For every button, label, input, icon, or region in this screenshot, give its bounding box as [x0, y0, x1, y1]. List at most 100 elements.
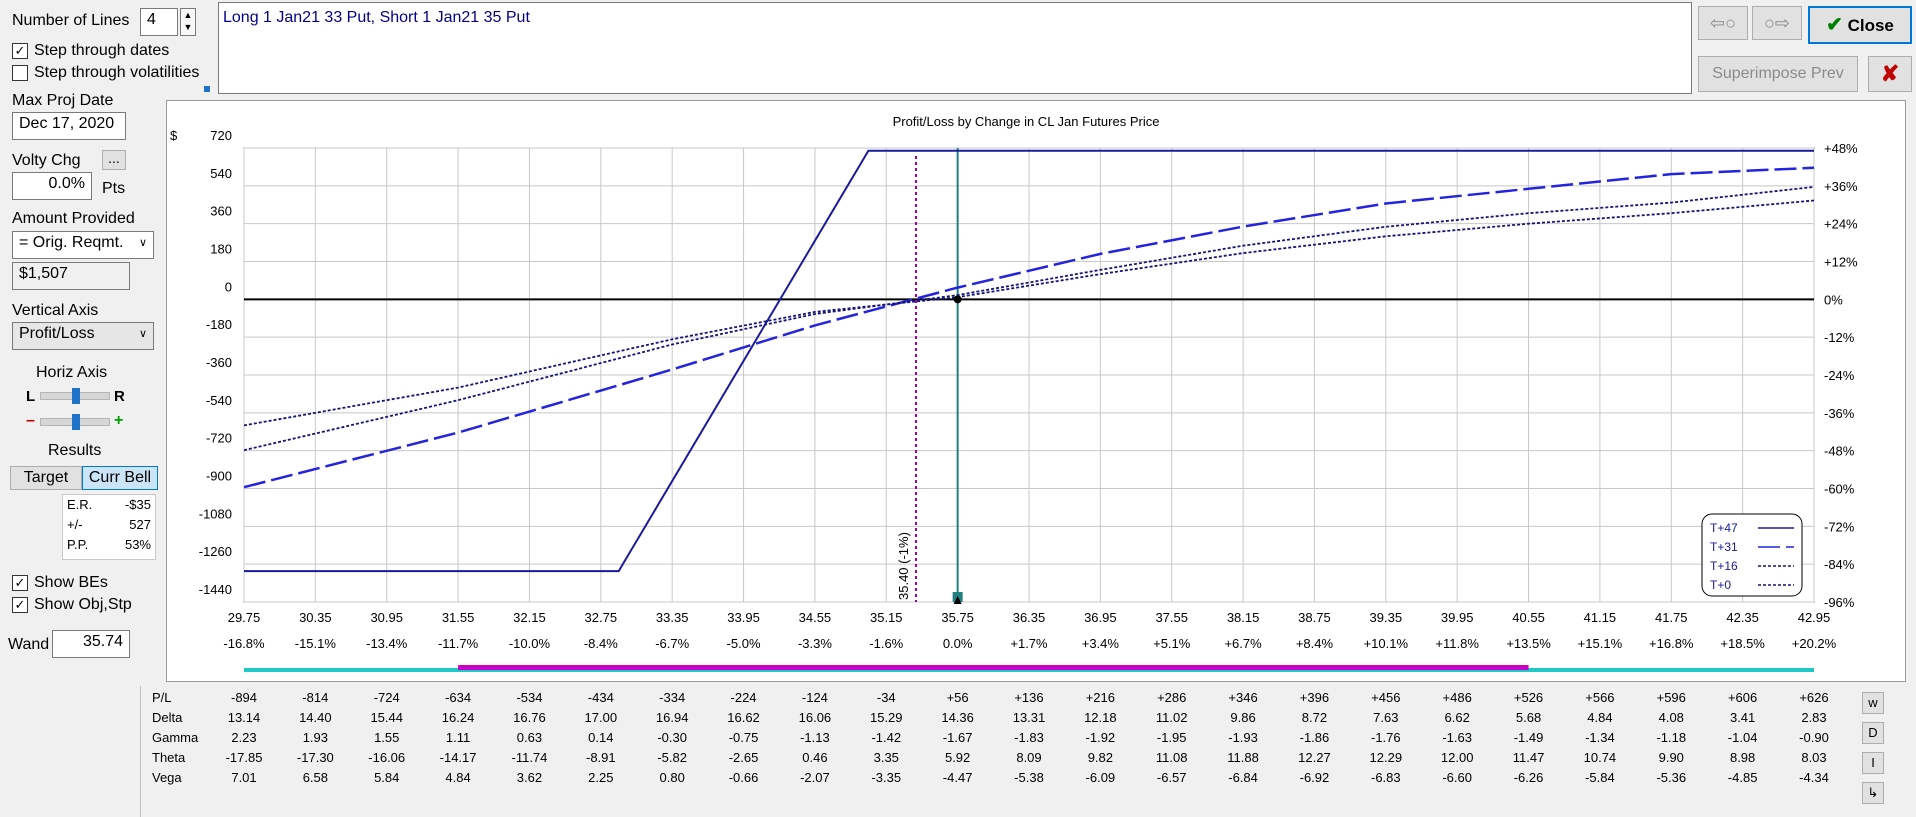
- max-proj-date-input[interactable]: Dec 17, 2020: [12, 112, 126, 140]
- current-point: [953, 295, 962, 304]
- wand-label: Wand: [8, 636, 50, 653]
- table-cell: -894: [230, 690, 258, 705]
- amount-provided-label: Amount Provided: [12, 210, 135, 227]
- y-right-tick-label: +24%: [1824, 217, 1858, 232]
- forward-arrow-button[interactable]: ○⇨: [1752, 6, 1802, 40]
- position-description[interactable]: Long 1 Jan21 33 Put, Short 1 Jan21 35 Pu…: [218, 2, 1692, 94]
- table-cell: 11.08: [1155, 750, 1188, 765]
- x-tick-label: 39.95: [1441, 610, 1474, 625]
- table-cell: -3.35: [871, 770, 902, 785]
- table-row-label: Gamma: [152, 730, 199, 745]
- table-row-label: Delta: [152, 710, 183, 725]
- table-cell: +456: [1371, 690, 1401, 705]
- x-tick-label: 42.35: [1726, 610, 1759, 625]
- horiz-axis-label: Horiz Axis: [36, 364, 108, 381]
- table-cell: 11.88: [1227, 750, 1259, 765]
- cancel-x-button[interactable]: ✘: [1868, 56, 1912, 92]
- show-bes-label: Show BEs: [34, 574, 108, 591]
- resize-grip[interactable]: [190, 86, 212, 94]
- table-cell: +526: [1513, 690, 1544, 705]
- table-cell: 0.46: [802, 750, 828, 765]
- x-pct-tick-label: +5.1%: [1153, 636, 1191, 651]
- horiz-left-label: L: [26, 388, 36, 405]
- y-tick-label: -900: [206, 469, 232, 484]
- slider-thumb[interactable]: [72, 388, 80, 404]
- table-side-buttons: w D I ↳: [1862, 692, 1890, 812]
- table-cell: 0.63: [516, 730, 543, 745]
- x-pct-tick-label: -8.4%: [584, 636, 618, 651]
- table-cell: -1.42: [871, 730, 902, 745]
- amount-provided-select[interactable]: = Orig. Reqmt. ∨: [12, 231, 154, 259]
- table-cell: 7.01: [231, 770, 257, 785]
- table-cell: 9.82: [1087, 750, 1114, 765]
- table-cell: -5.38: [1014, 770, 1044, 785]
- table-cell: -5.84: [1585, 770, 1615, 785]
- y-tick-label: -1440: [199, 582, 232, 597]
- table-cell: 15.44: [370, 710, 403, 725]
- table-side-button[interactable]: D: [1862, 722, 1884, 744]
- close-button[interactable]: ✔ Close: [1808, 6, 1912, 44]
- x-pct-tick-label: +1.7%: [1010, 636, 1048, 651]
- table-cell: -334: [659, 690, 686, 705]
- table-cell: +486: [1442, 690, 1472, 705]
- x-pct-tick-label: +3.4%: [1082, 636, 1120, 651]
- table-cell: +396: [1299, 690, 1330, 705]
- show-bes-checkbox[interactable]: ✓ Show BEs: [12, 574, 108, 592]
- profit-loss-chart[interactable]: Profit/Loss by Change in CL Jan Futures …: [166, 100, 1906, 682]
- table-cell: -17.30: [296, 750, 334, 765]
- amount-provided-selected: = Orig. Reqmt.: [19, 234, 124, 251]
- table-cell: 0.80: [659, 770, 685, 785]
- x-tick-label: 33.95: [727, 610, 760, 625]
- num-lines-spinner[interactable]: ▲ ▼: [180, 8, 196, 36]
- x-tick-label: 39.35: [1370, 610, 1403, 625]
- slider-thumb[interactable]: [72, 414, 80, 430]
- table-cell: -1.67: [942, 730, 973, 745]
- table-cell: 17.00: [584, 710, 618, 725]
- table-cell: 5.92: [944, 750, 971, 765]
- table-cell: -2.07: [800, 770, 830, 785]
- wand-input[interactable]: 35.74: [52, 630, 130, 658]
- table-cell: 1.11: [445, 730, 471, 745]
- vertical-axis-select[interactable]: Profit/Loss ∨: [12, 322, 154, 350]
- table-cell: -16.06: [368, 750, 406, 765]
- table-cell: -1.13: [800, 730, 830, 745]
- table-side-button[interactable]: ↳: [1862, 782, 1884, 804]
- table-side-button[interactable]: w: [1862, 692, 1884, 714]
- x-tick-label: 30.35: [299, 610, 332, 625]
- table-cell: 16.06: [798, 710, 832, 725]
- table-cell: -124: [801, 690, 828, 705]
- zoom-plus-label: +: [114, 412, 124, 429]
- table-cell: 2.25: [588, 770, 614, 785]
- table-cell: 10.74: [1583, 750, 1617, 765]
- table-cell: 13.14: [227, 710, 261, 725]
- x-tick-label: 34.55: [799, 610, 832, 625]
- x-pct-tick-label: 0.0%: [943, 636, 973, 651]
- table-cell: -1.95: [1156, 730, 1187, 745]
- volty-more-button[interactable]: ...: [102, 150, 126, 170]
- table-cell: -34: [876, 690, 896, 705]
- table-side-button[interactable]: I: [1862, 752, 1884, 774]
- num-lines-input[interactable]: 4: [140, 8, 178, 36]
- table-cell: -1.92: [1085, 730, 1116, 745]
- table-cell: 2.23: [231, 730, 257, 745]
- volty-chg-input[interactable]: 0.0%: [12, 172, 92, 200]
- superimpose-prev-button[interactable]: Superimpose Prev: [1698, 56, 1858, 92]
- table-cell: -6.09: [1085, 770, 1116, 785]
- x-tick-label: 42.95: [1798, 610, 1831, 625]
- y-tick-label: 540: [210, 166, 232, 181]
- chart-legend: T+47 T+31 T+16 T+0: [1701, 513, 1803, 597]
- target-button[interactable]: Target: [10, 466, 82, 490]
- step-vols-checkbox[interactable]: Step through volatilities: [12, 64, 199, 82]
- step-dates-checkbox[interactable]: ✓ Step through dates: [12, 42, 169, 60]
- back-arrow-button[interactable]: ⇦○: [1698, 6, 1748, 40]
- table-cell: -6.60: [1442, 770, 1472, 785]
- show-obj-checkbox[interactable]: ✓ Show Obj,Stp: [12, 596, 132, 614]
- table-cell: 12.18: [1084, 710, 1117, 725]
- table-cell: -1.34: [1585, 730, 1615, 745]
- x-pct-tick-label: -5.0%: [727, 636, 761, 651]
- volty-unit-label: Pts: [102, 180, 126, 197]
- table-cell: 14.36: [941, 710, 974, 725]
- table-cell: -224: [730, 690, 757, 705]
- curr-bell-button[interactable]: Curr Bell: [82, 466, 158, 490]
- table-cell: 12.27: [1298, 750, 1331, 765]
